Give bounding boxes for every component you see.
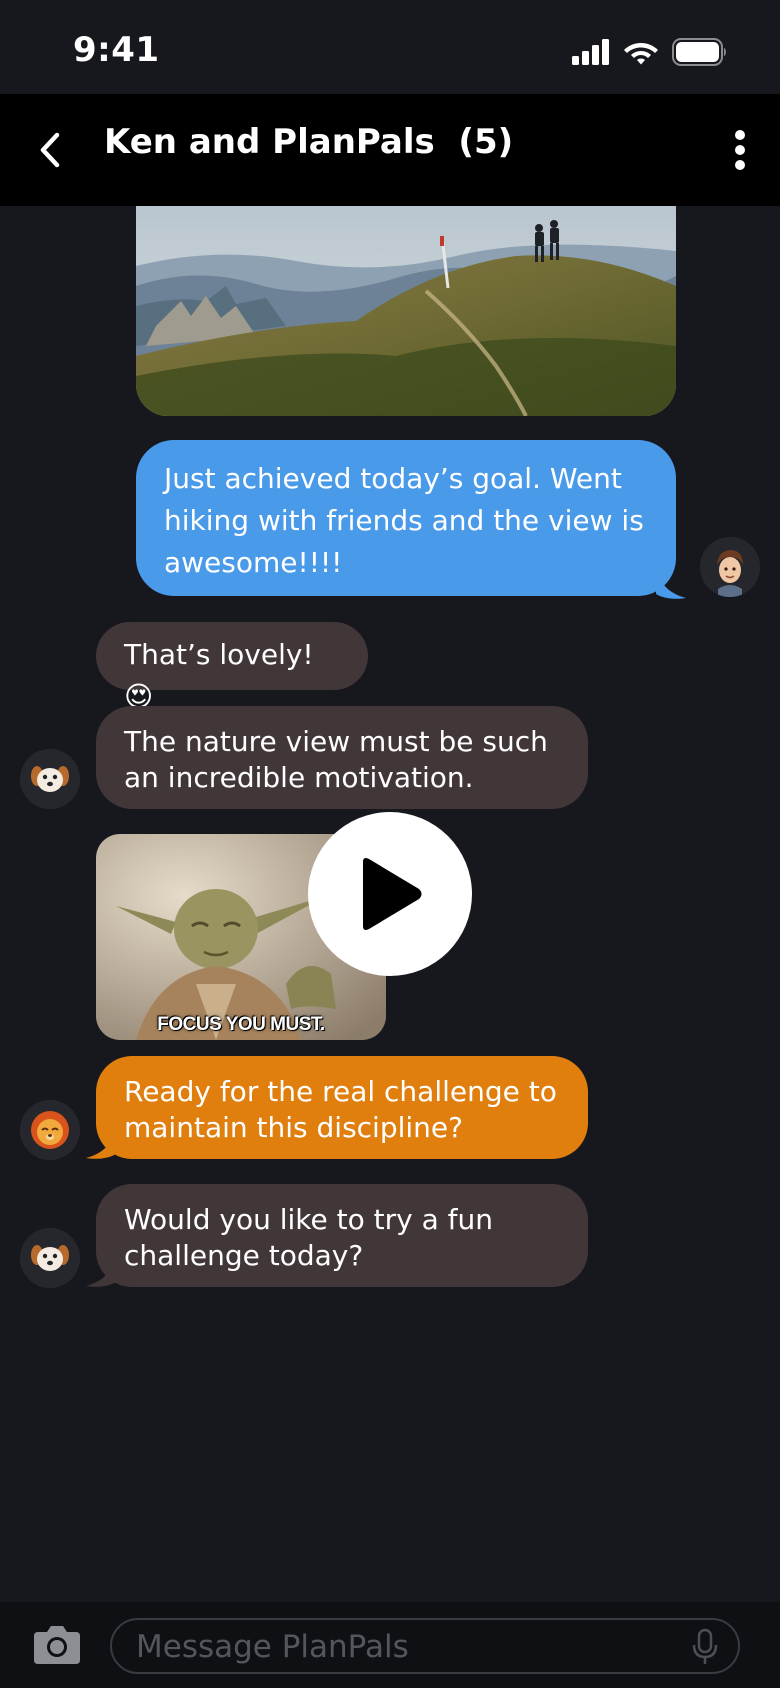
message-text: Ready for the real challenge to maintain… xyxy=(124,1075,557,1144)
message-text: Would you like to try a fun challenge to… xyxy=(124,1203,494,1272)
chat-header: Ken and PlanPals (5) xyxy=(0,94,780,206)
message-bubble[interactable]: That’s lovely! 😍 xyxy=(96,622,368,713)
chat-title[interactable]: Ken and PlanPals (5) xyxy=(104,122,513,162)
video-caption: FOCUS YOU MUST. xyxy=(157,1014,325,1035)
play-icon xyxy=(363,858,422,930)
status-time: 9:41 xyxy=(73,30,160,70)
message-text: The nature view must be such an incredib… xyxy=(124,725,548,794)
play-button[interactable] xyxy=(308,812,472,976)
wifi-icon xyxy=(624,43,658,65)
my-avatar[interactable] xyxy=(700,537,760,597)
puppy-avatar[interactable] xyxy=(20,1228,80,1288)
message-bubble[interactable]: The nature view must be such an incredib… xyxy=(96,706,588,809)
microphone-icon xyxy=(692,1628,718,1664)
battery-icon xyxy=(672,38,726,66)
message-bubble[interactable]: Would you like to try a fun challenge to… xyxy=(96,1184,588,1287)
bubble-tail xyxy=(86,1130,116,1159)
puppy-avatar[interactable] xyxy=(20,749,80,809)
bubble-tail xyxy=(86,1258,116,1287)
more-vertical-icon xyxy=(735,130,745,170)
message-composer: Message PlanPals xyxy=(0,1602,780,1688)
status-bar: 9:41 xyxy=(0,0,780,94)
message-text: That’s lovely! 😍 xyxy=(124,638,314,713)
camera-icon xyxy=(34,1626,80,1664)
shared-photo-hiking[interactable] xyxy=(136,206,676,416)
camera-button[interactable] xyxy=(32,1622,82,1666)
highlighted-message-bubble[interactable]: Ready for the real challenge to maintain… xyxy=(96,1056,588,1159)
signal-icon xyxy=(572,39,609,65)
my-message-bubble[interactable]: Just achieved today’s goal. Went hiking … xyxy=(136,440,676,596)
back-button[interactable] xyxy=(30,126,70,174)
status-icons xyxy=(572,38,728,66)
message-input-placeholder: Message PlanPals xyxy=(136,1629,409,1665)
bubble-tail xyxy=(656,570,686,599)
chevron-left-icon xyxy=(40,132,60,168)
lion-avatar[interactable] xyxy=(20,1100,80,1160)
more-options-button[interactable] xyxy=(720,124,760,176)
message-input[interactable]: Message PlanPals xyxy=(110,1618,740,1674)
message-text: Just achieved today’s goal. Went hiking … xyxy=(164,462,644,579)
microphone-button[interactable] xyxy=(690,1628,720,1666)
